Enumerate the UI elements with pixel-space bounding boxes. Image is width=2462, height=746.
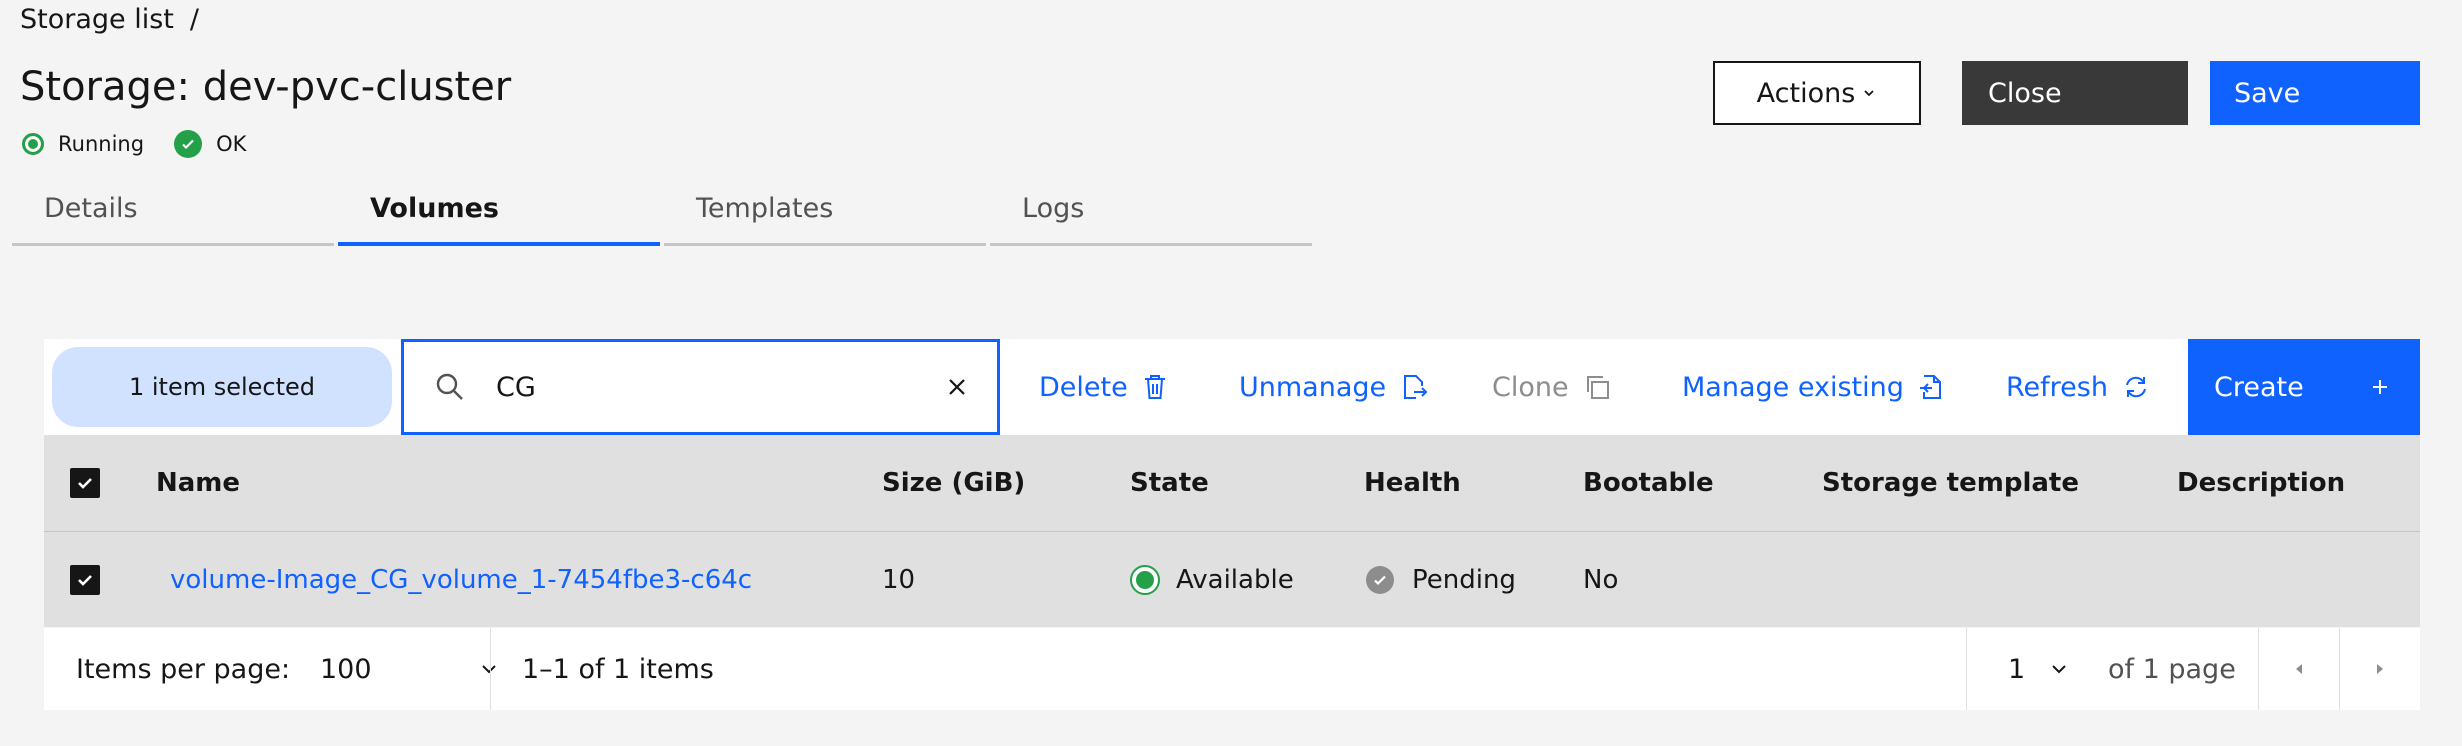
tab-list: Details Volumes Templates Logs: [12, 180, 1312, 246]
previous-page-button[interactable]: [2259, 628, 2339, 710]
search-input[interactable]: [494, 370, 918, 404]
breadcrumb-separator: /: [189, 4, 199, 35]
unmanage-button[interactable]: Unmanage: [1239, 339, 1428, 435]
chevron-down-icon: [482, 665, 496, 674]
pending-check-icon: [1366, 566, 1394, 594]
available-status-icon: [1130, 565, 1160, 595]
row-checkbox[interactable]: [70, 565, 100, 595]
manage-existing-button[interactable]: Manage existing: [1682, 339, 1946, 435]
unmanage-button-label: Unmanage: [1239, 371, 1387, 403]
checkmark-icon: [78, 478, 92, 489]
close-button[interactable]: Close: [1962, 61, 2188, 125]
column-header-description[interactable]: Description: [2177, 435, 2345, 531]
table-row[interactable]: volume-Image_CG_volume_1-7454fbe3-c64c 1…: [44, 531, 2420, 627]
actions-button[interactable]: Actions: [1713, 61, 1921, 125]
volume-size: 10: [882, 565, 916, 595]
chevron-down-icon: [1864, 90, 1874, 97]
breadcrumb-storage-list[interactable]: Storage list: [20, 4, 174, 35]
volume-bootable: No: [1583, 565, 1619, 595]
status-ok-label: OK: [216, 132, 247, 156]
status-row: Running OK: [22, 130, 276, 158]
page-title: Storage: dev-pvc-cluster: [20, 64, 512, 110]
column-header-storage-template[interactable]: Storage template: [1822, 435, 2079, 531]
status-ok: OK: [174, 130, 246, 158]
tab-templates[interactable]: Templates: [664, 180, 986, 246]
trash-icon: [1144, 375, 1165, 399]
delete-button[interactable]: Delete: [1039, 339, 1168, 435]
refresh-button[interactable]: Refresh: [2006, 339, 2150, 435]
volume-name-link[interactable]: volume-Image_CG_volume_1-7454fbe3-c64c: [170, 532, 752, 628]
table-header: Name Size (GiB) State Health Bootable St…: [44, 435, 2420, 531]
checkmark-icon: [78, 575, 92, 586]
import-icon: [1919, 375, 1941, 399]
item-range: 1–1 of 1 items: [522, 653, 714, 685]
items-per-page-label: Items per page:: [76, 653, 291, 685]
ok-check-icon: [174, 130, 203, 158]
column-header-size[interactable]: Size (GiB): [882, 435, 1025, 531]
caret-left-icon: [2296, 664, 2302, 674]
column-header-name[interactable]: Name: [156, 435, 240, 531]
search-field[interactable]: [401, 339, 1000, 435]
selection-count-badge: 1 item selected: [52, 347, 392, 427]
pagination: Items per page: 100 1–1 of 1 items 1 of …: [44, 628, 2420, 710]
status-running: Running: [22, 132, 144, 156]
add-icon: [2373, 380, 2387, 394]
items-per-page-select[interactable]: 100: [320, 628, 500, 710]
page-select[interactable]: 1: [2008, 628, 2070, 710]
volume-health-label: Pending: [1412, 565, 1516, 595]
column-header-bootable[interactable]: Bootable: [1583, 435, 1714, 531]
page-select-value: 1: [2008, 653, 2026, 685]
unmanage-icon: [1404, 375, 1428, 399]
items-per-page-value: 100: [320, 653, 372, 685]
save-button[interactable]: Save: [2210, 61, 2420, 125]
tab-details[interactable]: Details: [12, 180, 334, 246]
create-button-label: Create: [2214, 371, 2304, 403]
next-page-button[interactable]: [2340, 628, 2420, 710]
caret-right-icon: [2377, 664, 2383, 674]
close-icon[interactable]: [945, 375, 969, 399]
clone-button-label: Clone: [1492, 371, 1569, 403]
copy-icon: [1586, 376, 1609, 399]
breadcrumb: Storage list /: [20, 4, 199, 35]
delete-button-label: Delete: [1039, 371, 1128, 403]
table-toolbar: 1 item selected Delete Unmanage Clone Ma…: [44, 339, 2420, 435]
chevron-down-icon: [2052, 665, 2066, 674]
create-button[interactable]: Create: [2188, 339, 2420, 435]
page-count: of 1 page: [2108, 653, 2236, 685]
tab-volumes[interactable]: Volumes: [338, 180, 660, 246]
volume-state: Available: [1130, 532, 1294, 628]
column-header-health[interactable]: Health: [1364, 435, 1461, 531]
select-all-checkbox[interactable]: [70, 468, 100, 498]
refresh-icon: [2125, 376, 2146, 398]
column-header-state[interactable]: State: [1130, 435, 1209, 531]
status-running-label: Running: [58, 132, 145, 156]
actions-button-label: Actions: [1756, 77, 1856, 109]
tab-logs[interactable]: Logs: [990, 180, 1312, 246]
refresh-button-label: Refresh: [2006, 371, 2108, 403]
running-status-icon: [22, 133, 44, 155]
volume-health: Pending: [1366, 532, 1516, 628]
manage-existing-button-label: Manage existing: [1682, 371, 1904, 403]
clone-button[interactable]: Clone: [1492, 339, 1611, 435]
search-icon: [436, 373, 463, 400]
volume-state-label: Available: [1176, 565, 1294, 595]
